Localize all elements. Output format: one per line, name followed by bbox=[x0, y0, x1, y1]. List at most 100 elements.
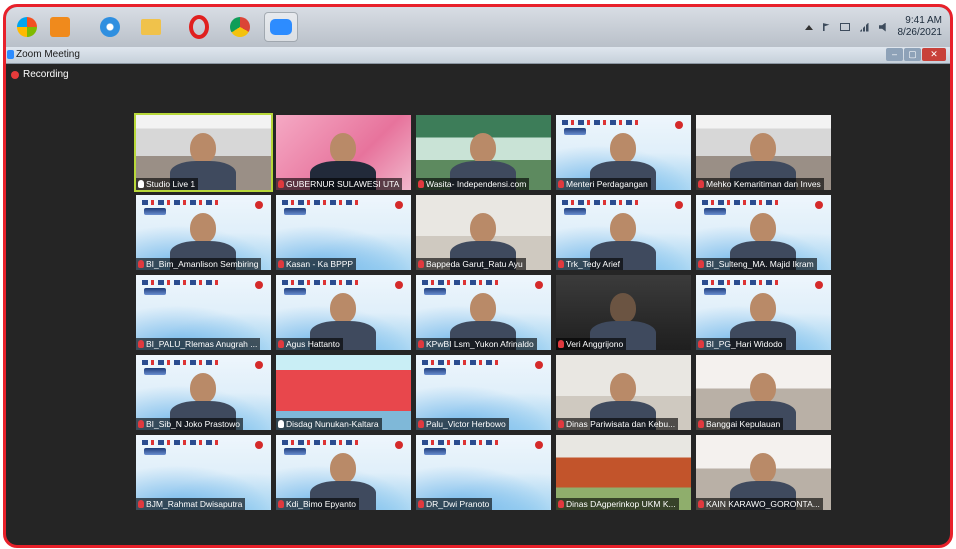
participant-tile[interactable]: BI_PALU_Rlemas Anugrah ... bbox=[136, 275, 271, 350]
participant-tile[interactable]: Bappeda Garut_Ratu Ayu bbox=[416, 195, 551, 270]
taskbar-button-windows-start[interactable] bbox=[10, 12, 44, 42]
participant-name-label: Dinas DAgperinkop UKM K... bbox=[556, 498, 679, 510]
participant-tile[interactable]: BI_Sulteng_MA. Majid Ikram bbox=[696, 195, 831, 270]
participant-tile[interactable]: Mehko Kemaritiman dan Inves bbox=[696, 115, 831, 190]
participant-name-label: DR_Dwi Pranoto bbox=[416, 498, 493, 510]
participant-tile[interactable]: Dinas DAgperinkop UKM K... bbox=[556, 435, 691, 510]
mic-muted-icon bbox=[278, 340, 284, 348]
participant-name-label: Dinas Pariwisata dan Kebu... bbox=[556, 418, 679, 430]
mic-muted-icon bbox=[138, 340, 144, 348]
participant-name-label: KAIN KARAWO_GORONTA... bbox=[696, 498, 823, 510]
participant-name-label: Banggai Kepulauan bbox=[696, 418, 784, 430]
volume-icon[interactable] bbox=[878, 22, 886, 32]
participant-name: BJM_Rahmat Dwisaputra bbox=[146, 499, 243, 509]
participant-tile[interactable]: Kdi_Bimo Epyanto bbox=[276, 435, 411, 510]
virtual-background-logos bbox=[422, 360, 500, 365]
participant-person bbox=[330, 133, 356, 163]
participant-person bbox=[190, 133, 216, 163]
virtual-background-logos bbox=[282, 280, 360, 285]
participant-tile[interactable]: Trk_Tedy Arief bbox=[556, 195, 691, 270]
taskbar-button-internet-explorer[interactable] bbox=[93, 12, 127, 42]
participant-name-label: Mehko Kemaritiman dan Inves bbox=[696, 178, 824, 190]
virtual-background-logos bbox=[702, 280, 780, 285]
taskbar-button-chrome-browser[interactable] bbox=[223, 12, 257, 42]
action-center-flag-icon[interactable] bbox=[822, 23, 830, 31]
virtual-background-logos bbox=[422, 280, 500, 285]
virtual-background-brand bbox=[704, 208, 726, 215]
participant-name: Bappeda Garut_Ratu Ayu bbox=[426, 259, 523, 269]
participant-name: KPwBI Lsm_Yukon Afrinaldo bbox=[426, 339, 534, 349]
system-clock[interactable]: 9:41 AM 8/26/2021 bbox=[898, 15, 943, 39]
participant-gallery: Studio Live 1 GUBERNUR SULAWESI UTA Wasita… bbox=[136, 115, 831, 510]
participant-name: Wasita- Independensi.com bbox=[426, 179, 527, 189]
participant-tile[interactable]: KPwBI Lsm_Yukon Afrinaldo bbox=[416, 275, 551, 350]
taskbar-button-zoom-app[interactable] bbox=[264, 12, 298, 42]
participant-tile[interactable]: Banggai Kepulauan bbox=[696, 355, 831, 430]
maximize-button[interactable]: ▢ bbox=[904, 48, 921, 61]
minimize-button[interactable]: – bbox=[886, 48, 903, 61]
mic-muted-icon bbox=[418, 260, 424, 268]
clock-date: 8/26/2021 bbox=[897, 27, 943, 38]
participant-tile[interactable]: KAIN KARAWO_GORONTA... bbox=[696, 435, 831, 510]
signal-bars-icon[interactable] bbox=[859, 22, 869, 32]
virtual-background-logos bbox=[142, 360, 220, 365]
virtual-background-redmark bbox=[255, 201, 263, 209]
participant-name: Studio Live 1 bbox=[146, 179, 196, 189]
participant-tile[interactable]: BJM_Rahmat Dwisaputra bbox=[136, 435, 271, 510]
participant-person bbox=[470, 133, 496, 163]
participant-person bbox=[190, 213, 216, 243]
participant-tile[interactable]: Menteri Perdagangan bbox=[556, 115, 691, 190]
participant-tile[interactable]: Agus Hattanto bbox=[276, 275, 411, 350]
mic-muted-icon bbox=[138, 420, 144, 428]
participant-name: BI_PALU_Rlemas Anugrah ... bbox=[146, 339, 258, 349]
participant-tile[interactable]: BI_Sib_N Joko Prastowo bbox=[136, 355, 271, 430]
mic-muted-icon bbox=[698, 340, 704, 348]
participant-tile[interactable]: DR_Dwi Pranoto bbox=[416, 435, 551, 510]
participant-tile[interactable]: BI_PG_Hari Widodo bbox=[696, 275, 831, 350]
virtual-background-redmark bbox=[815, 281, 823, 289]
participant-name: BI_PG_Hari Widodo bbox=[706, 339, 783, 349]
participant-tile[interactable]: Veri Anggrijono bbox=[556, 275, 691, 350]
virtual-background-brand bbox=[424, 288, 446, 295]
participant-tile[interactable]: Wasita- Independensi.com bbox=[416, 115, 551, 190]
mic-muted-icon bbox=[698, 500, 704, 508]
participant-tile[interactable]: GUBERNUR SULAWESI UTA bbox=[276, 115, 411, 190]
virtual-background-brand bbox=[284, 288, 306, 295]
mic-muted-icon bbox=[138, 500, 144, 508]
window-title: Zoom Meeting bbox=[16, 49, 80, 60]
close-button[interactable]: ✕ bbox=[922, 48, 946, 61]
participant-name: Dinas DAgperinkop UKM K... bbox=[566, 499, 676, 509]
virtual-background-redmark bbox=[535, 441, 543, 449]
participant-tile[interactable]: Disdag Nunukan-Kaltara bbox=[276, 355, 411, 430]
participant-person bbox=[470, 213, 496, 243]
windows-start-icon bbox=[17, 17, 37, 37]
virtual-background-brand bbox=[424, 448, 446, 455]
taskbar-button-media-player[interactable] bbox=[43, 12, 77, 42]
virtual-background-redmark bbox=[395, 201, 403, 209]
window-titlebar: Zoom Meeting – ▢ ✕ bbox=[6, 47, 950, 64]
participant-person bbox=[330, 453, 356, 483]
show-hidden-icons-icon[interactable] bbox=[804, 24, 813, 30]
participant-tile[interactable]: Dinas Pariwisata dan Kebu... bbox=[556, 355, 691, 430]
participant-name: Banggai Kepulauan bbox=[706, 419, 781, 429]
participant-tile[interactable]: BI_Bim_Amanlison Sembiring bbox=[136, 195, 271, 270]
participant-name: DR_Dwi Pranoto bbox=[426, 499, 490, 509]
participant-name-label: Wasita- Independensi.com bbox=[416, 178, 530, 190]
mic-muted-icon bbox=[278, 260, 284, 268]
participant-name-label: BI_PG_Hari Widodo bbox=[696, 338, 786, 350]
participant-person bbox=[750, 213, 776, 243]
participant-person bbox=[470, 293, 496, 323]
taskbar-button-opera-browser[interactable] bbox=[182, 12, 216, 42]
virtual-background-redmark bbox=[395, 281, 403, 289]
virtual-background-brand bbox=[284, 448, 306, 455]
participant-tile[interactable]: Studio Live 1 bbox=[136, 115, 271, 190]
network-icon[interactable] bbox=[839, 23, 850, 31]
participant-tile[interactable]: Palu_Victor Herbowo bbox=[416, 355, 551, 430]
virtual-background-brand bbox=[704, 288, 726, 295]
media-player-icon bbox=[50, 17, 70, 37]
mic-muted-icon bbox=[558, 340, 564, 348]
virtual-background-brand bbox=[564, 208, 586, 215]
taskbar-button-file-explorer[interactable] bbox=[134, 12, 168, 42]
participant-tile[interactable]: Kasan - Ka BPPP bbox=[276, 195, 411, 270]
participant-name: Palu_Victor Herbowo bbox=[426, 419, 506, 429]
